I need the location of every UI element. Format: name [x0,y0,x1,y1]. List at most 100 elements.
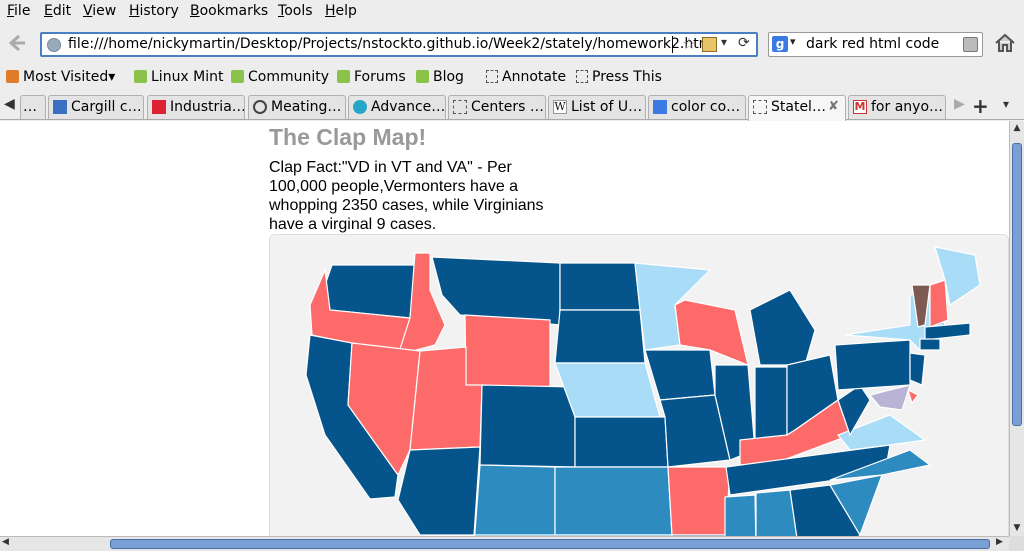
url-bar[interactable]: file:///home/nickymartin/Desktop/Project… [40,32,758,57]
state-ct[interactable] [919,338,941,351]
state-wa[interactable] [324,264,416,319]
tab[interactable]: color co… [648,95,746,119]
us-map-container [269,234,1009,536]
state-nj[interactable] [909,352,926,386]
tab[interactable]: Centers … [448,95,546,119]
tab[interactable]: Meating… [248,95,346,119]
tab-label: for anyo… [871,99,944,115]
site-icon [353,100,367,114]
horizontal-scrollbar[interactable]: ◀ ▶ [0,536,1024,551]
tab-active[interactable]: Statel… ✘ [748,95,846,121]
menu-view[interactable]: View [83,3,116,19]
menu-edit[interactable]: Edit [44,3,71,19]
page-icon [486,70,498,83]
state-wy[interactable] [464,314,551,391]
menu-bookmarks[interactable]: Bookmarks [190,3,268,19]
gmail-icon: M [853,100,867,114]
state-ms[interactable] [724,494,757,536]
state-ar[interactable] [667,466,731,536]
state-nm[interactable] [474,464,556,536]
page-icon [576,70,588,83]
text-caret [672,36,673,53]
menu-tools[interactable]: Tools [278,3,313,19]
tab[interactable]: Advance… [348,95,446,119]
us-choropleth-map [270,235,1008,536]
scroll-down-icon[interactable]: ▼ [1010,521,1024,535]
chevron-down-icon[interactable]: ▾ [790,35,796,48]
search-input[interactable]: dark red html code [806,36,939,52]
scrollbar-thumb[interactable] [110,539,990,549]
url-text[interactable]: file:///home/nickymartin/Desktop/Project… [68,36,716,52]
tab-label: Advance… [371,99,446,115]
state-pa[interactable] [834,339,911,391]
menu-history[interactable]: History [129,3,179,19]
bookmark-label: Blog [433,69,464,85]
tab[interactable]: Industria… [147,95,245,119]
vertical-scrollbar[interactable]: ▲ ▼ [1009,121,1024,536]
site-icon [253,100,267,114]
new-tab-button[interactable]: + [972,94,989,118]
page-feed-icon[interactable] [702,37,717,52]
search-icon[interactable] [963,37,978,52]
state-nd[interactable] [559,262,641,311]
menu-help[interactable]: Help [325,3,357,19]
home-button[interactable] [994,32,1016,59]
bookmark-press-this[interactable]: Press This [576,69,662,85]
google-icon[interactable]: g [772,36,788,52]
mint-icon [231,70,244,83]
scroll-right-icon[interactable]: ▶ [996,537,1003,547]
clap-fact-text: Clap Fact:"VD in VT and VA" - Per 100,00… [269,159,544,233]
site-icon [152,100,166,114]
bookmark-forums[interactable]: Forums [337,69,406,85]
page-icon [753,100,767,114]
scroll-tabs-right-icon[interactable]: ▶ [954,96,965,112]
state-ks[interactable] [574,416,669,468]
tab-label: … [23,99,37,115]
bookmarks-toolbar: Most Visited▾ Linux Mint Community Forum… [0,64,1024,92]
bookmark-most-visited[interactable]: Most Visited▾ [6,69,115,85]
bookmark-label: Forums [354,69,406,85]
menu-bar: File Edit View History Bookmarks Tools H… [0,0,1024,24]
bookmark-community[interactable]: Community [231,69,329,85]
menu-file[interactable]: File [7,3,30,19]
page-title: The Clap Map! [269,124,427,150]
tab[interactable]: … [20,95,46,119]
list-all-tabs-icon[interactable]: ▾ [1003,97,1009,111]
tab-label: Statel… [771,99,826,115]
mint-icon [337,70,350,83]
state-sd[interactable] [554,309,646,364]
mint-icon [416,70,429,83]
bookmark-blog[interactable]: Blog [416,69,464,85]
back-arrow-icon [8,34,25,52]
reload-icon[interactable]: ⟳ [738,35,750,51]
bookmark-label: Linux Mint [151,69,224,85]
wikipedia-icon: W [553,100,567,114]
bookmark-annotate[interactable]: Annotate [486,69,566,85]
home-icon [995,33,1015,52]
scrollbar-thumb[interactable] [1012,143,1022,426]
tab[interactable]: Cargill c… [48,95,144,119]
scroll-up-icon[interactable]: ▲ [1010,121,1024,135]
scroll-tabs-left-icon[interactable]: ◀ [4,96,15,112]
search-bar[interactable]: g ▾ dark red html code [768,32,983,57]
folder-icon [6,70,19,83]
bookmark-linux-mint[interactable]: Linux Mint [134,69,224,85]
bookmark-star-icon[interactable]: ☆ [682,34,696,53]
chevron-down-icon[interactable]: ▾ [721,35,727,49]
chevron-down-icon: ▾ [108,69,116,85]
tab[interactable]: W List of U… [548,95,646,119]
tab-label: Cargill c… [71,99,142,115]
state-ok[interactable] [554,466,673,536]
back-button[interactable] [4,31,30,57]
state-nh[interactable] [929,279,949,328]
close-tab-icon[interactable]: ✘ [828,99,839,114]
tab-label: Centers … [471,99,544,115]
tab-strip: ◀ … Cargill c… Industria… Meating… Advan… [0,93,1024,121]
tab[interactable]: Mfor anyo… [848,95,946,119]
state-co[interactable] [479,384,576,468]
site-icon [53,100,67,114]
google-icon [653,100,667,114]
scrollbar-corner [1009,536,1024,551]
bookmark-label: Most Visited [23,69,109,85]
scroll-left-icon[interactable]: ◀ [2,537,9,547]
